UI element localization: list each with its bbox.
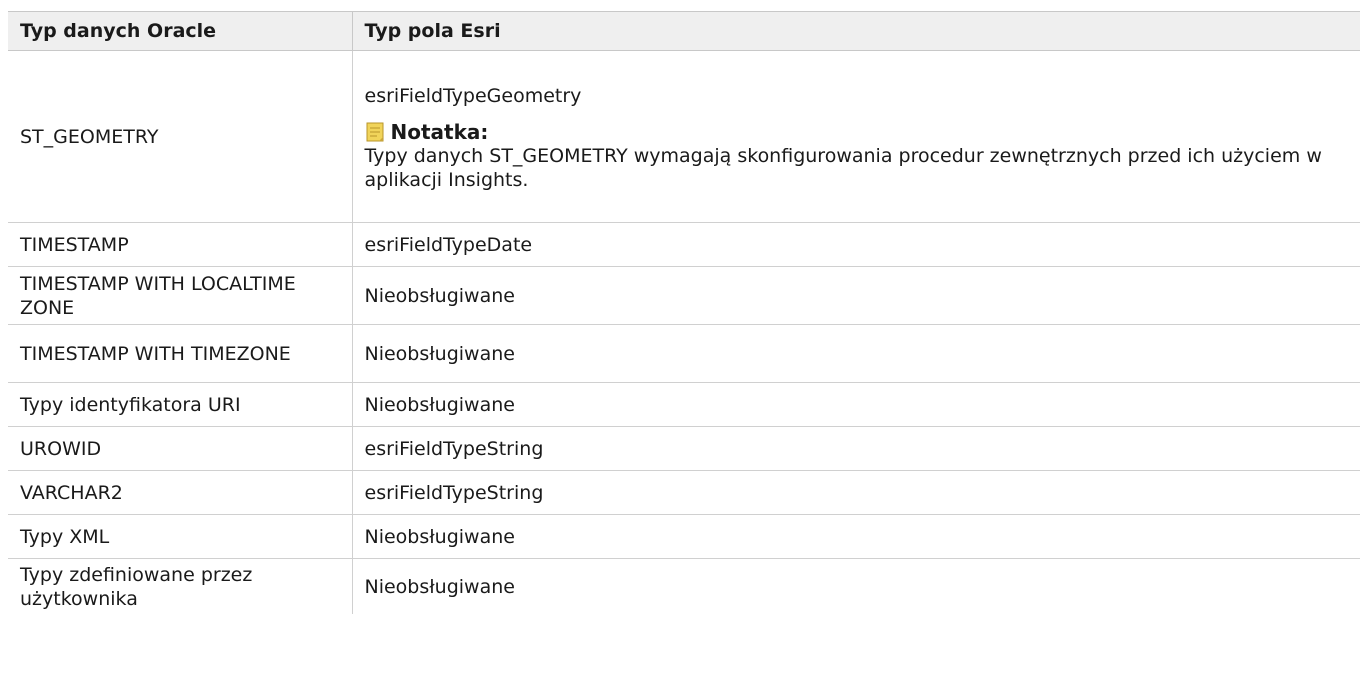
esri-type-cell: Nieobsługiwane [351, 558, 1360, 614]
table-row: TIMESTAMP WITH LOCALTIME ZONE Nieobsługi… [8, 266, 1360, 325]
table-row: TIMESTAMP esriFieldTypeDate [8, 222, 1360, 267]
oracle-type-cell: ST_GEOMETRY [8, 50, 352, 223]
note-icon [365, 121, 387, 143]
note-text: Typy danych ST_GEOMETRY wymagają skonfig… [364, 144, 1322, 191]
note-label: Notatka: [390, 119, 489, 144]
header-esri-field-type: Typ pola Esri [351, 11, 1360, 51]
table-row: VARCHAR2 esriFieldTypeString [8, 470, 1360, 515]
esri-type-cell: Nieobsługiwane [351, 324, 1360, 383]
esri-type-cell: Nieobsługiwane [351, 382, 1360, 427]
table-row: TIMESTAMP WITH TIMEZONE Nieobsługiwane [8, 324, 1360, 383]
table-header-row: Typ danych Oracle Typ pola Esri [8, 11, 1360, 51]
esri-type-cell: esriFieldTypeGeometry Notatka: Typy dany… [351, 50, 1360, 223]
note-heading: Notatka: [365, 120, 1349, 144]
esri-type-cell: esriFieldTypeString [351, 426, 1360, 471]
oracle-type-cell: VARCHAR2 [8, 470, 352, 515]
oracle-type-cell: TIMESTAMP [8, 222, 352, 267]
oracle-type-cell: Typy identyfikatora URI [8, 382, 352, 427]
data-type-table-container: Typ danych Oracle Typ pola Esri ST_GEOME… [8, 11, 1360, 614]
esri-type-cell: Nieobsługiwane [351, 266, 1360, 325]
esri-type-cell: Nieobsługiwane [351, 514, 1360, 559]
oracle-type-cell: Typy XML [8, 514, 352, 559]
table-row: Typy identyfikatora URI Nieobsługiwane [8, 382, 1360, 427]
table-row: Typy XML Nieobsługiwane [8, 514, 1360, 559]
table-row: Typy zdefiniowane przez użytkownika Nieo… [8, 558, 1360, 614]
esri-type-cell: esriFieldTypeDate [351, 222, 1360, 267]
oracle-type-cell: Typy zdefiniowane przez użytkownika [20, 563, 253, 610]
table-row: UROWID esriFieldTypeString [8, 426, 1360, 471]
oracle-type-cell: TIMESTAMP WITH LOCALTIME ZONE [8, 266, 352, 325]
oracle-type-cell: UROWID [8, 426, 352, 471]
oracle-type-cell: TIMESTAMP WITH TIMEZONE [8, 324, 352, 383]
data-type-table: Typ danych Oracle Typ pola Esri ST_GEOME… [8, 11, 1360, 614]
esri-type-value: esriFieldTypeGeometry [364, 84, 582, 107]
header-oracle-type: Typ danych Oracle [8, 11, 352, 51]
esri-type-cell: esriFieldTypeString [351, 470, 1360, 515]
table-row: ST_GEOMETRY esriFieldTypeGeometry Notatk… [8, 50, 1360, 223]
